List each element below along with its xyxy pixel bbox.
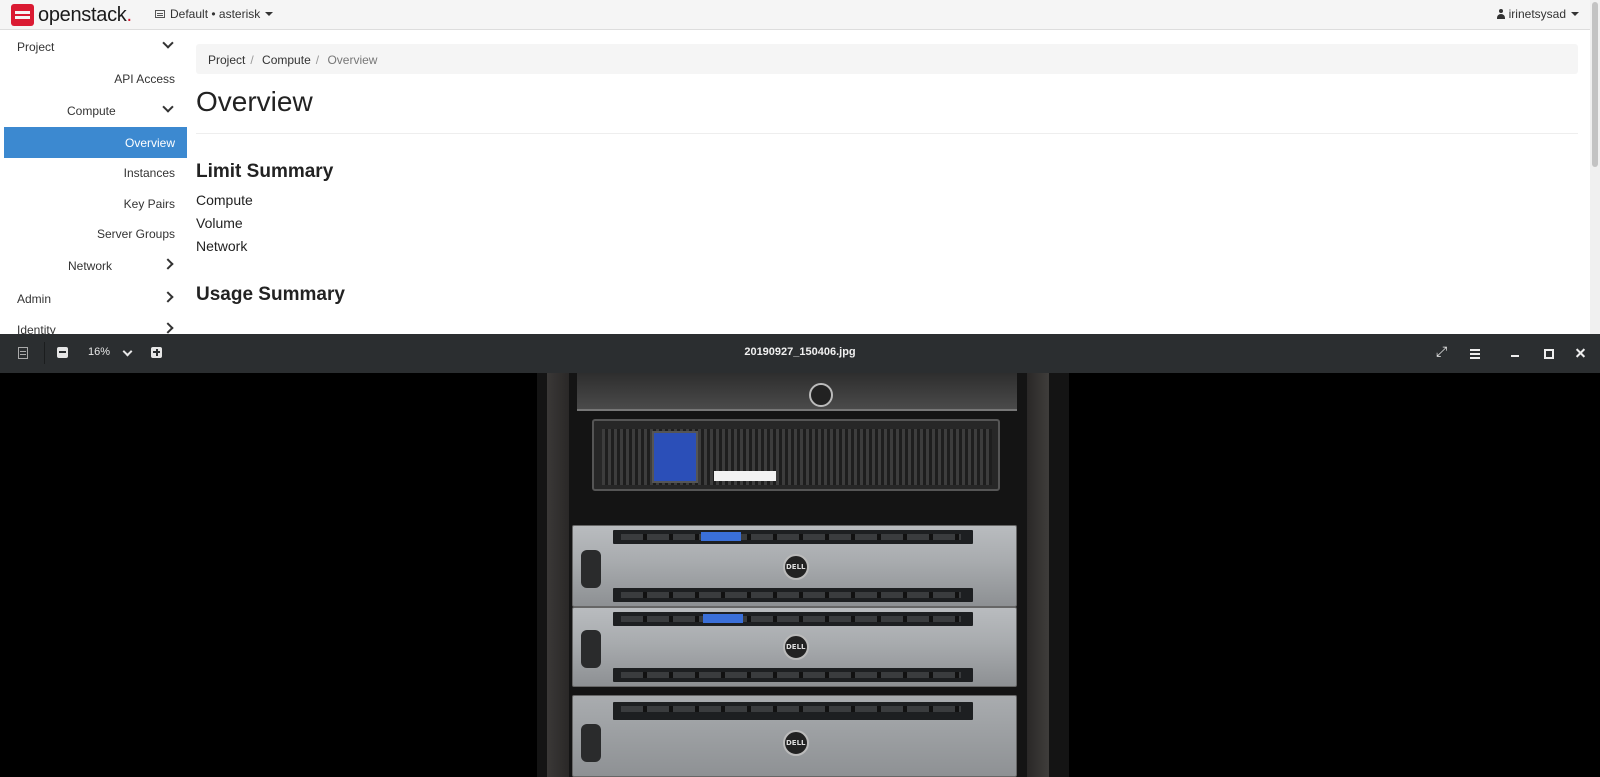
sidebar-item-server-groups[interactable]: Server Groups xyxy=(4,218,187,249)
sidebar-item-compute[interactable]: Compute xyxy=(4,95,187,126)
main-content: Project / Compute / Overview Overview Limi… xyxy=(196,31,1578,334)
breadcrumb-separator: / xyxy=(315,53,320,67)
sidebar-item-label: Compute xyxy=(67,104,116,118)
openstack-logo[interactable]: openstack. xyxy=(11,3,132,27)
server-handle xyxy=(581,550,601,588)
chevron-right-icon xyxy=(162,291,174,303)
user-name: irinetsysad xyxy=(1508,7,1566,21)
server-rack-photo xyxy=(537,373,1069,777)
sidebar-item-instances[interactable]: Instances xyxy=(4,157,187,188)
rack-rail xyxy=(1027,373,1049,777)
server-unit xyxy=(572,695,1017,777)
limit-volume: Volume xyxy=(196,215,243,231)
sidebar-item-overview[interactable]: Overview xyxy=(4,127,187,158)
dell-logo xyxy=(783,730,809,756)
dell-logo xyxy=(783,634,809,660)
usage-summary-heading: Usage Summary xyxy=(196,284,345,305)
sidebar-item-label: Identity xyxy=(17,323,56,334)
viewer-toolbar: 16% 20190927_150406.jpg xyxy=(0,334,1600,373)
rack-top-unit xyxy=(577,373,1017,411)
chevron-right-icon xyxy=(162,258,174,270)
user-icon xyxy=(1496,9,1505,19)
drive-bays xyxy=(613,588,973,602)
top-navbar: openstack. Default • asterisk irinetsysa… xyxy=(0,0,1600,30)
viewer-title: 20190927_150406.jpg xyxy=(744,346,856,358)
limit-network: Network xyxy=(196,238,248,254)
sidebar-item-label: Server Groups xyxy=(96,227,175,241)
project-picker[interactable]: Default • asterisk xyxy=(155,7,274,21)
project-picker-label: Default • asterisk xyxy=(170,7,261,21)
page-title: Overview xyxy=(196,86,313,117)
caret-down-icon xyxy=(1571,12,1579,16)
sidebar-item-label: Instances xyxy=(123,166,175,180)
divider xyxy=(196,133,1578,134)
server-handle xyxy=(581,724,601,762)
sidebar-item-key-pairs[interactable]: Key Pairs xyxy=(4,188,187,219)
breadcrumb-current: Overview xyxy=(327,53,378,67)
minimize-icon[interactable] xyxy=(1508,346,1522,360)
close-icon[interactable] xyxy=(1574,346,1588,360)
sidebar-item-identity[interactable]: Identity xyxy=(4,314,187,334)
user-menu[interactable]: irinetsysad xyxy=(1496,7,1579,21)
chevron-down-icon xyxy=(162,37,174,49)
image-viewer-window: 16% 20190927_150406.jpg xyxy=(0,334,1600,777)
chevron-down-icon xyxy=(162,101,174,113)
sidebar-item-network[interactable]: Network xyxy=(4,250,187,281)
drive-bays xyxy=(613,668,973,682)
sidebar-item-admin[interactable]: Admin xyxy=(4,283,187,314)
ups-unit xyxy=(592,419,1000,491)
drive-bays xyxy=(613,530,973,544)
limit-summary-heading: Limit Summary xyxy=(196,161,334,182)
breadcrumb: Project / Compute / Overview xyxy=(196,44,1578,74)
sidebar-item-api-access[interactable]: API Access xyxy=(4,63,187,94)
dell-logo xyxy=(809,383,833,407)
server-lcd xyxy=(703,614,743,623)
brand-name: openstack. xyxy=(38,3,132,26)
sidebar: Project API Access Compute Overview Inst… xyxy=(4,31,187,334)
server-lcd xyxy=(701,532,741,541)
drive-bays xyxy=(613,702,973,720)
sidebar-item-label: Key Pairs xyxy=(123,197,175,211)
sidebar-item-label: Network xyxy=(68,259,113,273)
breadcrumb-compute[interactable]: Compute xyxy=(262,53,311,67)
server-unit xyxy=(572,525,1017,607)
sidebar-item-label: Project xyxy=(17,40,55,54)
dell-logo xyxy=(783,554,809,580)
caret-down-icon xyxy=(265,12,274,16)
breadcrumb-project[interactable]: Project xyxy=(208,53,245,67)
server-unit xyxy=(572,607,1017,687)
breadcrumb-separator: / xyxy=(250,53,254,67)
page-scrollbar[interactable] xyxy=(1590,0,1600,334)
project-icon xyxy=(155,10,165,18)
fullscreen-icon[interactable] xyxy=(1436,343,1450,360)
menu-icon[interactable] xyxy=(1468,346,1482,360)
sidebar-item-label: Admin xyxy=(17,292,52,306)
chevron-right-icon xyxy=(162,322,174,334)
limit-compute: Compute xyxy=(196,192,253,208)
ups-label xyxy=(714,471,776,481)
openstack-logo-icon xyxy=(11,4,34,26)
drive-bays xyxy=(613,612,973,626)
scrollbar-thumb[interactable] xyxy=(1592,2,1598,167)
rack-rail xyxy=(547,373,569,777)
server-handle xyxy=(581,630,601,668)
sidebar-item-project[interactable]: Project xyxy=(4,31,187,62)
sidebar-item-label: Overview xyxy=(124,136,175,150)
maximize-icon[interactable] xyxy=(1541,346,1555,360)
sidebar-item-label: API Access xyxy=(114,72,175,86)
ups-display xyxy=(652,431,698,483)
